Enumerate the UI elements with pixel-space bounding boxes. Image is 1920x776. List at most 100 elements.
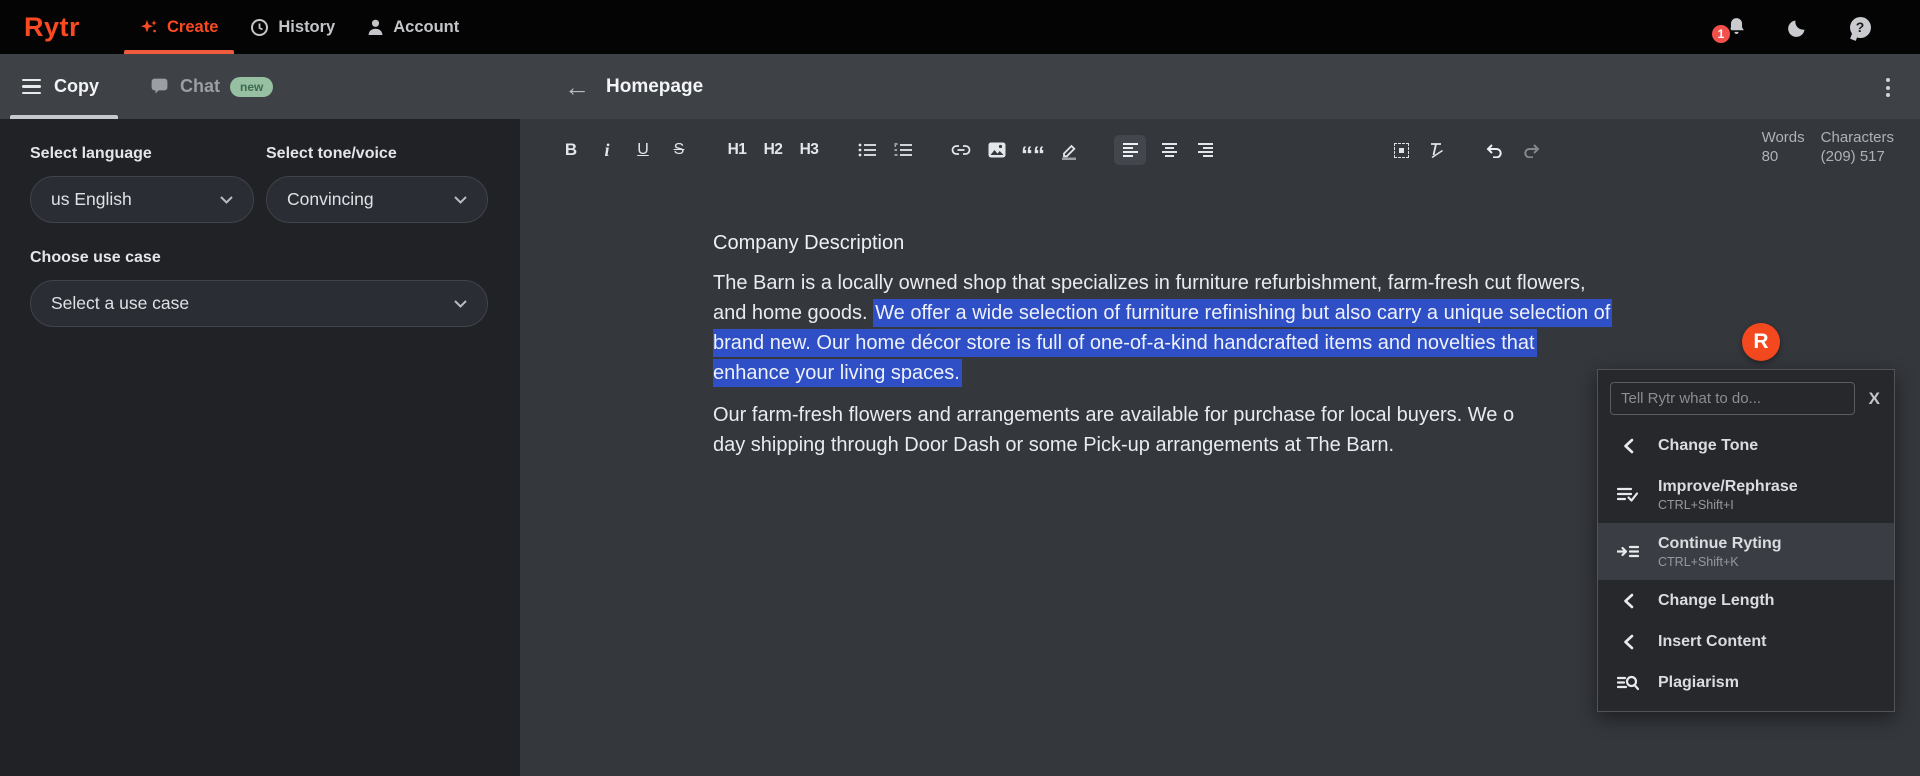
menu-item-shortcut: CTRL+Shift+K xyxy=(1658,555,1739,569)
tab-chat-label: Chat xyxy=(180,76,220,96)
menu-item-change-tone[interactable]: Change Tone xyxy=(1598,425,1894,466)
assistant-command-input[interactable] xyxy=(1610,382,1855,415)
numbered-list-icon[interactable] xyxy=(890,135,916,165)
strikethrough-button[interactable]: S xyxy=(666,135,692,165)
select-all-icon[interactable] xyxy=(1388,135,1414,165)
rytr-assistant-avatar[interactable]: R xyxy=(1742,323,1780,361)
use-case-label: Choose use case xyxy=(30,249,161,266)
sidebar-body: Select language us English Select tone/v… xyxy=(0,119,520,353)
highlighter-pen-icon[interactable] xyxy=(1056,135,1082,165)
nav-right-icons: 1 ? xyxy=(1710,0,1872,54)
more-options-kebab-icon[interactable] xyxy=(1884,76,1892,99)
chevron-left-icon xyxy=(1614,634,1642,650)
bold-button[interactable]: B xyxy=(558,135,584,165)
chevron-down-icon xyxy=(454,299,467,308)
menu-item-insert-content[interactable]: Insert Content xyxy=(1598,621,1894,662)
top-nav: Rytr Create History Account 1 ? xyxy=(0,0,1920,54)
doc-heading: Company Description xyxy=(713,232,905,254)
notifications-bell-icon[interactable]: 1 xyxy=(1710,15,1748,45)
close-icon[interactable]: X xyxy=(1865,389,1884,409)
tab-account-label: Account xyxy=(393,17,460,36)
heading1-button[interactable]: H1 xyxy=(724,135,750,165)
chevron-down-icon xyxy=(454,195,467,204)
language-select[interactable]: us English xyxy=(30,176,254,223)
clear-formatting-icon[interactable] xyxy=(1424,135,1450,165)
editor: ← Homepage B i U S H1 H2 H3 ““ Words 80 … xyxy=(520,54,1920,776)
document-title: Homepage xyxy=(606,75,704,97)
dark-mode-moon-icon[interactable] xyxy=(1786,15,1810,39)
plagiarism-search-icon xyxy=(1614,674,1642,692)
menu-item-label: Change Tone xyxy=(1658,437,1759,454)
history-clock-icon xyxy=(250,18,269,37)
italic-button[interactable]: i xyxy=(594,135,620,165)
doc-paragraph1-line2: and home goods. We offer a wide selectio… xyxy=(713,298,1920,328)
tone-value: Convincing xyxy=(287,189,374,209)
language-label: Select language xyxy=(30,145,152,162)
heading2-button[interactable]: H2 xyxy=(760,135,786,165)
link-icon[interactable] xyxy=(948,135,974,165)
menu-item-continue-ryting[interactable]: Continue Ryting CTRL+Shift+K xyxy=(1598,523,1894,580)
chat-bubble-icon xyxy=(151,78,170,95)
help-question-mark: ? xyxy=(1849,16,1871,38)
characters-label: Characters xyxy=(1820,129,1894,146)
tab-account[interactable]: Account xyxy=(351,0,475,54)
continue-ryting-icon xyxy=(1614,543,1642,560)
main-area: Copy Chat new Select language us English… xyxy=(0,54,1920,776)
assistant-input-row: X xyxy=(1598,370,1894,425)
menu-item-plagiarism[interactable]: Plagiarism xyxy=(1598,662,1894,703)
menu-item-shortcut: CTRL+Shift+I xyxy=(1658,498,1734,512)
menu-item-label: Improve/Rephrase xyxy=(1658,478,1798,495)
tone-select[interactable]: Convincing xyxy=(266,176,488,223)
selected-text: enhance your living spaces. xyxy=(713,359,962,387)
menu-item-improve-rephrase[interactable]: Improve/Rephrase CTRL+Shift+I xyxy=(1598,466,1894,523)
back-arrow-icon[interactable]: ← xyxy=(564,74,590,100)
blockquote-icon[interactable]: ““ xyxy=(1020,135,1046,168)
menu-item-label: Change Length xyxy=(1658,592,1775,609)
selected-text: We offer a wide selection of furniture r… xyxy=(873,299,1613,327)
words-label: Words xyxy=(1761,129,1805,146)
chevron-down-icon xyxy=(220,195,233,204)
align-center-button[interactable] xyxy=(1156,135,1182,165)
rytr-logo[interactable]: Rytr xyxy=(24,12,80,43)
help-icon[interactable]: ? xyxy=(1848,15,1872,39)
underline-button[interactable]: U xyxy=(630,135,656,165)
chevron-left-icon xyxy=(1614,438,1642,454)
rytr-app: Rytr Create History Account 1 ? Copy Cha… xyxy=(0,0,1920,776)
use-case-select[interactable]: Select a use case xyxy=(30,280,488,327)
align-right-button[interactable] xyxy=(1192,135,1218,165)
editor-header: ← Homepage xyxy=(520,54,1920,119)
chat-new-badge: new xyxy=(230,76,274,97)
bullet-list-icon[interactable] xyxy=(854,135,880,165)
tab-chat[interactable]: Chat new xyxy=(151,76,274,97)
selected-text: brand new. Our home décor store is full … xyxy=(713,329,1537,357)
characters-stat: Characters (209) 517 xyxy=(1821,129,1894,166)
menu-item-label: Insert Content xyxy=(1658,633,1767,650)
doc-paragraph1-line1: The Barn is a locally owned shop that sp… xyxy=(713,272,1586,294)
copy-active-underline xyxy=(10,115,118,119)
sidebar: Copy Chat new Select language us English… xyxy=(0,54,520,776)
hamburger-icon xyxy=(22,78,41,95)
undo-icon[interactable] xyxy=(1482,135,1508,165)
document-stats: Words 80 Characters (209) 517 xyxy=(1762,129,1894,166)
menu-item-change-length[interactable]: Change Length xyxy=(1598,580,1894,621)
improve-rephrase-icon xyxy=(1614,486,1642,503)
words-value: 80 xyxy=(1761,148,1779,165)
language-value: us English xyxy=(51,189,132,209)
tab-copy[interactable]: Copy xyxy=(22,76,99,97)
tab-history[interactable]: History xyxy=(234,0,351,54)
sidebar-header: Copy Chat new xyxy=(0,54,520,119)
characters-value: (209) 517 xyxy=(1820,148,1885,165)
account-person-icon xyxy=(367,18,384,36)
tab-copy-label: Copy xyxy=(54,76,99,96)
redo-icon[interactable] xyxy=(1518,135,1544,165)
heading3-button[interactable]: H3 xyxy=(796,135,822,165)
notification-count-badge: 1 xyxy=(1710,23,1732,45)
menu-item-label: Plagiarism xyxy=(1658,674,1739,691)
chevron-left-icon xyxy=(1614,593,1642,609)
align-left-button[interactable] xyxy=(1114,135,1146,165)
formatting-toolbar: B i U S H1 H2 H3 ““ Words 80 Characters … xyxy=(520,119,1920,181)
tab-create[interactable]: Create xyxy=(124,0,235,54)
image-icon[interactable] xyxy=(984,135,1010,165)
tone-label: Select tone/voice xyxy=(266,145,397,162)
use-case-value: Select a use case xyxy=(51,293,190,313)
